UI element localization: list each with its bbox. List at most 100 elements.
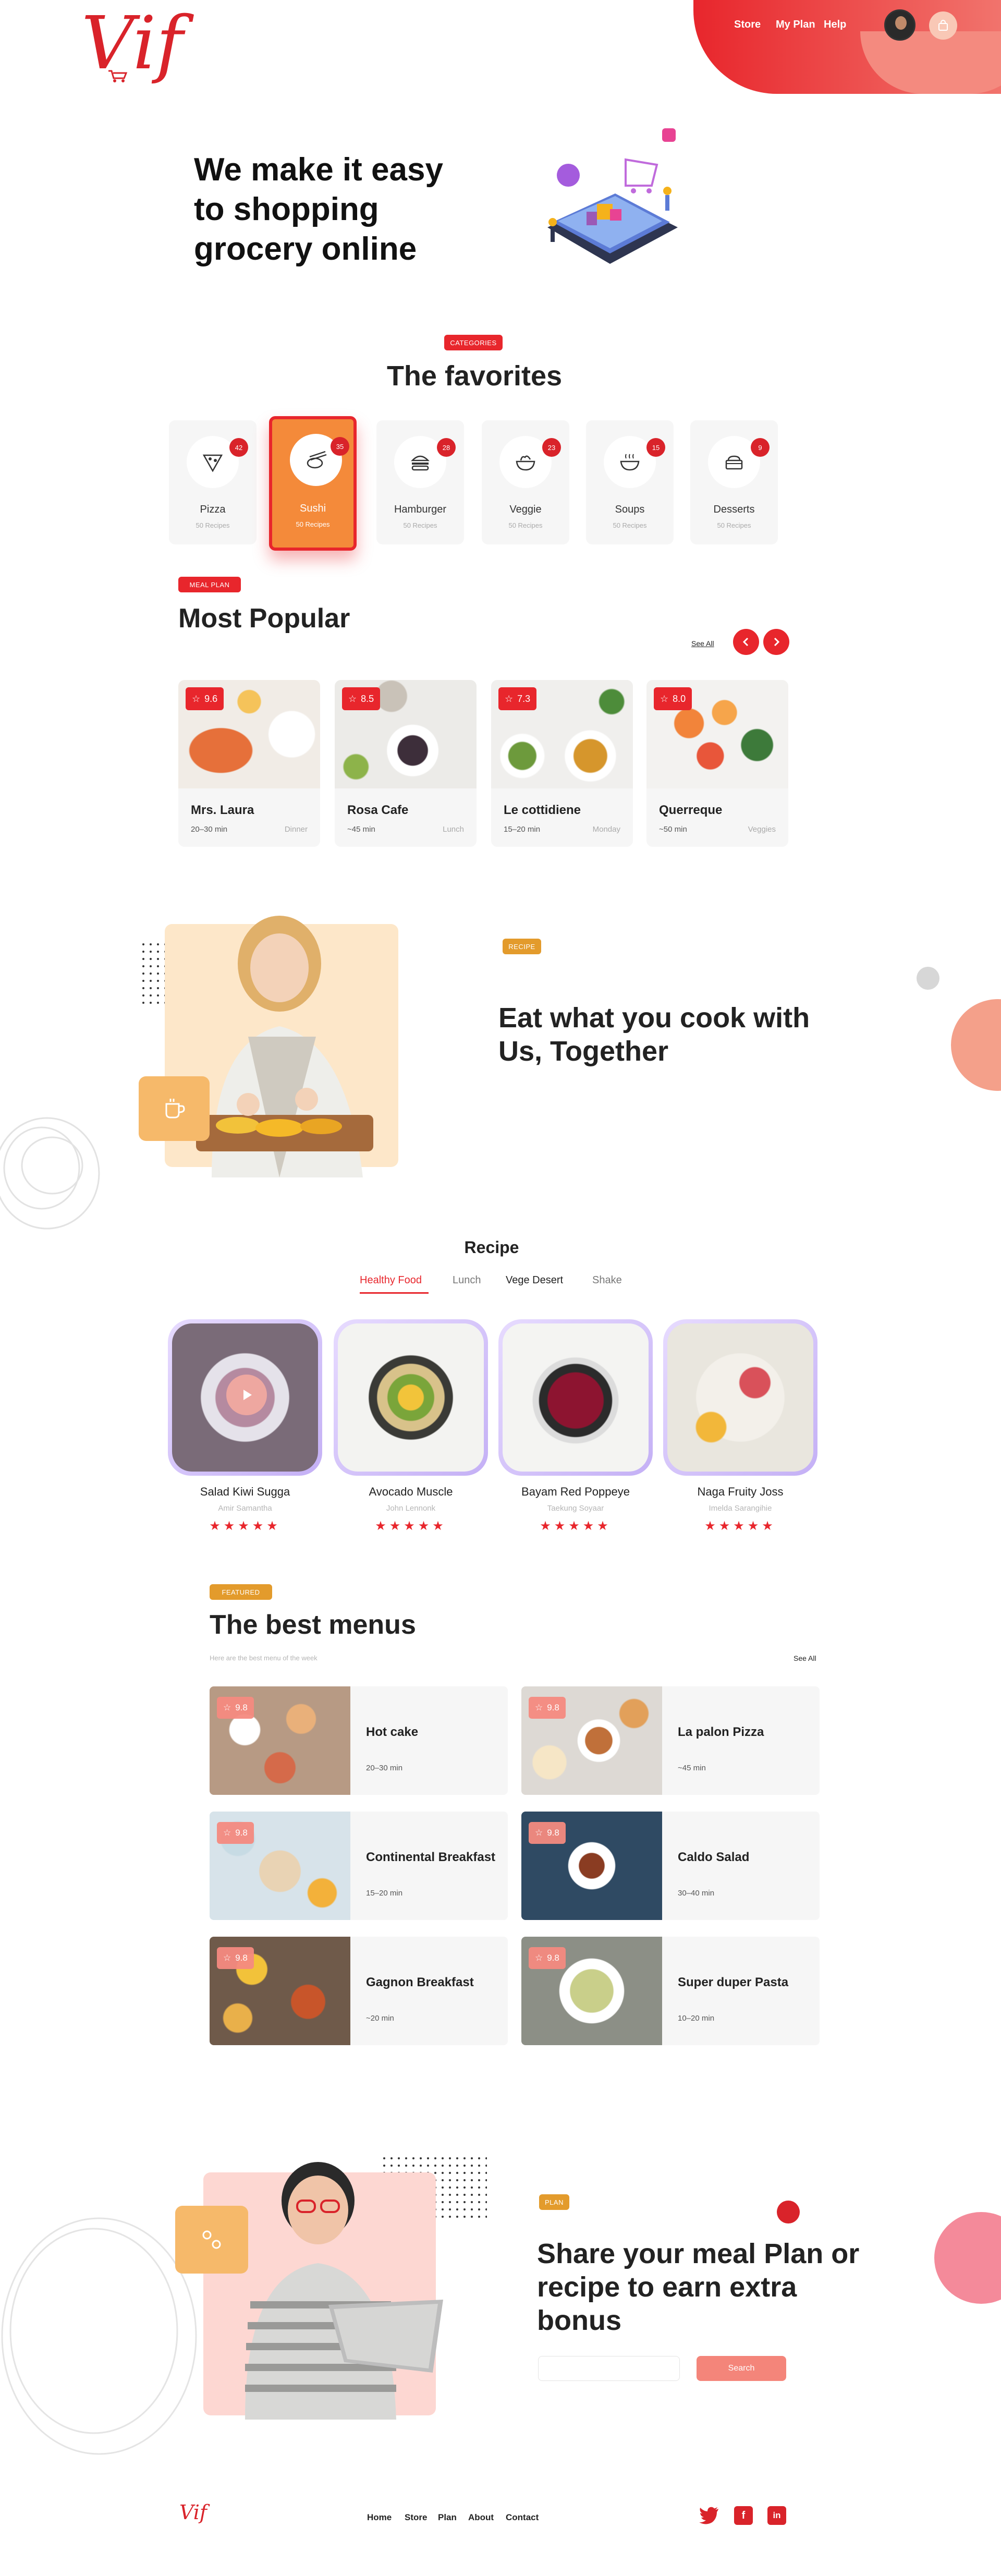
- menu-card[interactable]: ☆ 9.8 Super duper Pasta 10–20 min: [521, 1937, 820, 2045]
- popular-card-time: ~50 min: [659, 825, 687, 834]
- popular-card-meal: Dinner: [284, 825, 308, 834]
- star-icon: ☆: [535, 1703, 543, 1712]
- menus-see-all-link[interactable]: See All: [794, 1654, 816, 1662]
- menu-card[interactable]: ☆ 9.8 La palon Pizza ~45 min: [521, 1686, 820, 1795]
- avatar[interactable]: [884, 9, 915, 41]
- linkedin-icon[interactable]: in: [767, 2506, 786, 2525]
- cup-tile: [139, 1076, 210, 1141]
- rating-value: 8.0: [673, 693, 686, 704]
- decorative-grey-dot: [917, 967, 939, 990]
- featured-tag: FEATURED: [210, 1584, 272, 1600]
- twitter-icon[interactable]: [699, 2506, 719, 2525]
- rating-value: 9.8: [235, 1828, 248, 1838]
- logo[interactable]: Vif: [81, 7, 183, 80]
- rating-badge: ☆ 7.3: [498, 687, 537, 710]
- menu-card[interactable]: ☆ 9.8 Continental Breakfast 15–20 min: [210, 1812, 508, 1920]
- rating-value: 9.8: [235, 1953, 248, 1963]
- rating-badge: ☆ 9.8: [529, 1697, 566, 1719]
- category-card-pizza[interactable]: 42 Pizza 50 Recipes: [169, 420, 257, 544]
- video-play-button[interactable]: [226, 1375, 267, 1415]
- category-card-sushi[interactable]: 35 Sushi 50 Recipes: [269, 416, 357, 551]
- menu-card-time: ~20 min: [366, 2014, 394, 2023]
- rating-badge: ☆ 9.8: [217, 1822, 254, 1844]
- category-sub: 50 Recipes: [508, 521, 543, 529]
- nav-help[interactable]: Help: [824, 19, 846, 31]
- category-sub: 50 Recipes: [613, 521, 647, 529]
- menu-card-time: 15–20 min: [366, 1889, 403, 1898]
- category-name: Hamburger: [394, 504, 447, 515]
- category-name: Pizza: [200, 504, 226, 515]
- popular-card[interactable]: ☆ 8.5 Rosa Cafe ~45 min Lunch: [335, 680, 477, 847]
- popular-card[interactable]: ☆ 9.6 Mrs. Laura 20–30 min Dinner: [178, 680, 320, 847]
- nav-store[interactable]: Store: [734, 19, 761, 31]
- menu-card[interactable]: ☆ 9.8 Gagnon Breakfast ~20 min: [210, 1937, 508, 2045]
- recipe-card[interactable]: [498, 1319, 653, 1476]
- facebook-icon[interactable]: f: [734, 2506, 753, 2525]
- favorites-title: The favorites: [386, 360, 563, 392]
- menu-card-name: La palon Pizza: [678, 1725, 764, 1739]
- recipe-card[interactable]: [334, 1319, 488, 1476]
- tab-vege-desert[interactable]: Vege Desert: [506, 1274, 563, 1286]
- rating-badge: ☆ 9.8: [217, 1697, 254, 1719]
- popular-card[interactable]: ☆ 7.3 Le cottidiene 15–20 min Monday: [491, 680, 633, 847]
- rating-badge: ☆ 8.5: [342, 687, 381, 710]
- settings-tile: [175, 2206, 248, 2274]
- menu-card[interactable]: ☆ 9.8 Caldo Salad 30–40 min: [521, 1812, 820, 1920]
- recipe-card[interactable]: [663, 1319, 817, 1476]
- category-card-desserts[interactable]: 9 Desserts 50 Recipes: [690, 420, 778, 544]
- rating-value: 9.8: [547, 1953, 559, 1963]
- search-button[interactable]: Search: [697, 2356, 786, 2381]
- cart-button[interactable]: [929, 11, 957, 40]
- nav-my-plan[interactable]: My Plan: [776, 19, 815, 31]
- category-count-badge: 23: [542, 438, 561, 457]
- pizza-icon: [202, 454, 223, 472]
- tab-lunch[interactable]: Lunch: [453, 1274, 481, 1286]
- share-input[interactable]: [538, 2356, 680, 2381]
- footer-nav-about[interactable]: About: [468, 2512, 494, 2523]
- recipe-card[interactable]: [168, 1319, 322, 1476]
- footer-nav-contact[interactable]: Contact: [506, 2512, 539, 2523]
- recipe-name: Salad Kiwi Sugga: [200, 1485, 290, 1498]
- veggie-icon: [516, 455, 535, 471]
- menu-card-time: 30–40 min: [678, 1889, 715, 1898]
- recipe-name: Avocado Muscle: [369, 1485, 453, 1498]
- popular-card-meal: Lunch: [443, 825, 464, 834]
- popular-card-name: Rosa Cafe: [347, 803, 409, 817]
- footer-nav-plan[interactable]: Plan: [438, 2512, 457, 2523]
- tab-shake[interactable]: Shake: [592, 1274, 622, 1286]
- footer-logo[interactable]: Vif: [179, 2501, 207, 2524]
- plan-tag: PLAN: [539, 2194, 569, 2210]
- category-sub: 50 Recipes: [717, 521, 751, 529]
- popular-card-time: ~45 min: [347, 825, 375, 834]
- category-count-badge: 15: [646, 438, 665, 457]
- category-card-veggie[interactable]: 23 Veggie 50 Recipes: [482, 420, 569, 544]
- recipe-stars: ★★★★★: [540, 1519, 612, 1533]
- decorative-rings-2: [1, 2217, 197, 2455]
- popular-next-button[interactable]: [763, 629, 789, 655]
- star-icon: ☆: [535, 1828, 543, 1838]
- dessert-icon: [725, 455, 743, 470]
- category-card-soups[interactable]: 15 Soups 50 Recipes: [586, 420, 674, 544]
- popular-card-time: 15–20 min: [504, 825, 541, 834]
- footer-nav-store[interactable]: Store: [405, 2512, 427, 2523]
- category-card-hamburger[interactable]: 28 Hamburger 50 Recipes: [376, 420, 464, 544]
- star-icon: ☆: [505, 693, 514, 704]
- footer-nav-home[interactable]: Home: [367, 2512, 392, 2523]
- recipe-author: John Lennonk: [386, 1504, 436, 1513]
- hero-title: We make it easy to shopping grocery onli…: [194, 152, 443, 267]
- category-name: Desserts: [713, 504, 755, 515]
- star-icon: ☆: [348, 693, 357, 704]
- recipe-stars: ★★★★★: [704, 1519, 776, 1533]
- menu-card-name: Continental Breakfast: [366, 1850, 496, 1864]
- tab-healthy-food[interactable]: Healthy Food: [360, 1274, 422, 1286]
- decorative-salmon-circle: [951, 999, 1001, 1091]
- rating-value: 9.8: [547, 1828, 559, 1838]
- popular-prev-button[interactable]: [733, 629, 759, 655]
- popular-see-all-link[interactable]: See All: [691, 639, 714, 648]
- chevron-right-icon: [774, 637, 780, 647]
- menu-card-time: 10–20 min: [678, 2014, 715, 2023]
- decorative-red-dot: [777, 2201, 800, 2223]
- play-icon: [243, 1390, 252, 1400]
- menu-card[interactable]: ☆ 9.8 Hot cake 20–30 min: [210, 1686, 508, 1795]
- popular-card[interactable]: ☆ 8.0 Querreque ~50 min Veggies: [646, 680, 788, 847]
